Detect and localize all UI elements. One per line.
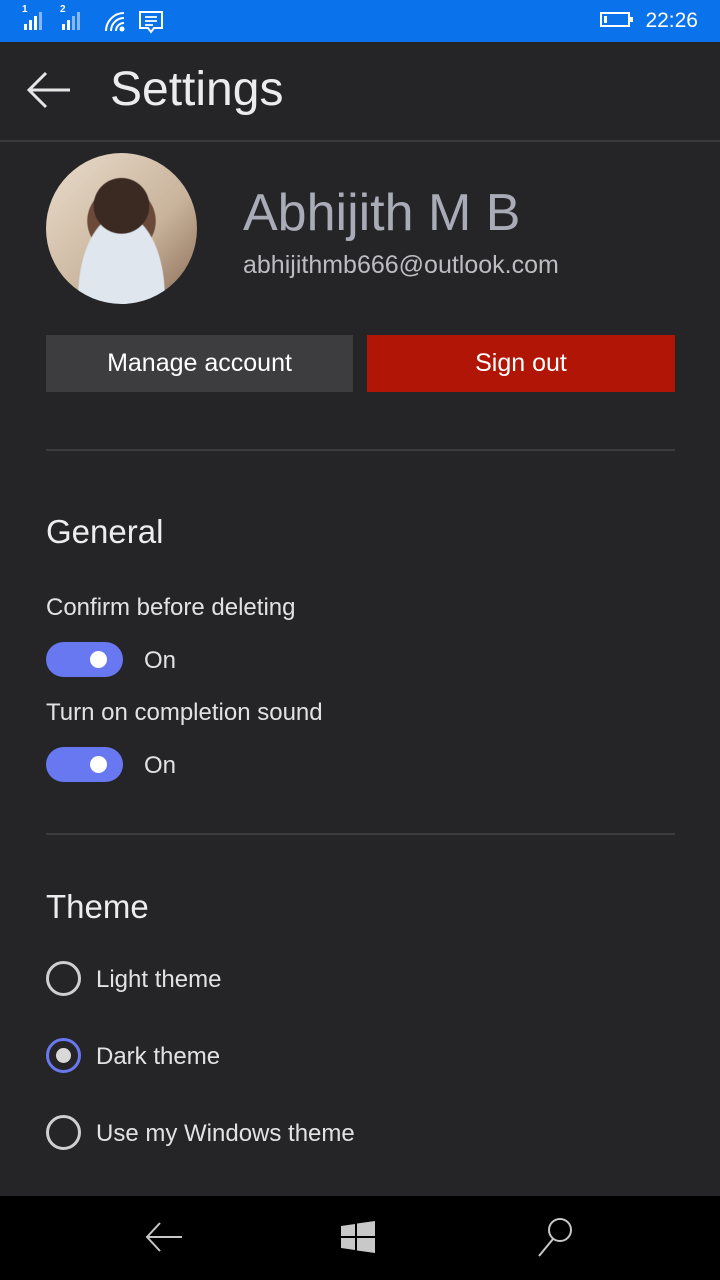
dark-theme-radio[interactable] <box>46 1038 81 1073</box>
account-name: Abhijith M B <box>243 184 521 242</box>
signal-sim1-icon: 1 <box>22 4 42 30</box>
navigation-bar <box>0 1196 720 1280</box>
windows-theme-radio[interactable] <box>46 1115 81 1150</box>
wifi-icon <box>105 12 125 32</box>
windows-theme-label[interactable]: Use my Windows theme <box>96 1120 355 1148</box>
status-bar: 1 2 22:26 <box>0 0 720 42</box>
confirm-delete-state: On <box>144 647 177 674</box>
completion-sound-label: Turn on completion sound <box>46 699 323 726</box>
confirm-delete-label: Confirm before deleting <box>46 594 296 621</box>
clock: 22:26 <box>645 9 698 32</box>
back-button[interactable] <box>26 70 72 110</box>
battery-icon <box>600 12 633 27</box>
confirm-delete-toggle[interactable] <box>46 642 123 677</box>
signal-sim2-icon: 2 <box>60 4 80 30</box>
general-heading: General <box>46 513 164 550</box>
search-icon[interactable] <box>530 1214 580 1260</box>
nav-back-icon[interactable] <box>140 1214 190 1260</box>
completion-sound-toggle[interactable] <box>46 747 123 782</box>
page-title: Settings <box>110 63 284 116</box>
sim1-label: 1 <box>22 4 28 15</box>
theme-heading: Theme <box>46 888 149 925</box>
manage-account-button[interactable]: Manage account <box>46 335 353 392</box>
light-theme-radio[interactable] <box>46 961 81 996</box>
dark-theme-label[interactable]: Dark theme <box>96 1043 220 1071</box>
page-header: Settings <box>0 42 720 142</box>
divider <box>46 833 675 835</box>
sim2-label: 2 <box>60 4 66 15</box>
light-theme-label[interactable]: Light theme <box>96 966 221 994</box>
avatar <box>46 153 197 304</box>
divider <box>46 449 675 451</box>
sign-out-button[interactable]: Sign out <box>367 335 675 392</box>
account-email: abhijithmb666@outlook.com <box>243 251 559 279</box>
windows-start-icon[interactable] <box>333 1214 383 1260</box>
completion-sound-state: On <box>144 752 177 779</box>
message-icon <box>139 11 163 34</box>
